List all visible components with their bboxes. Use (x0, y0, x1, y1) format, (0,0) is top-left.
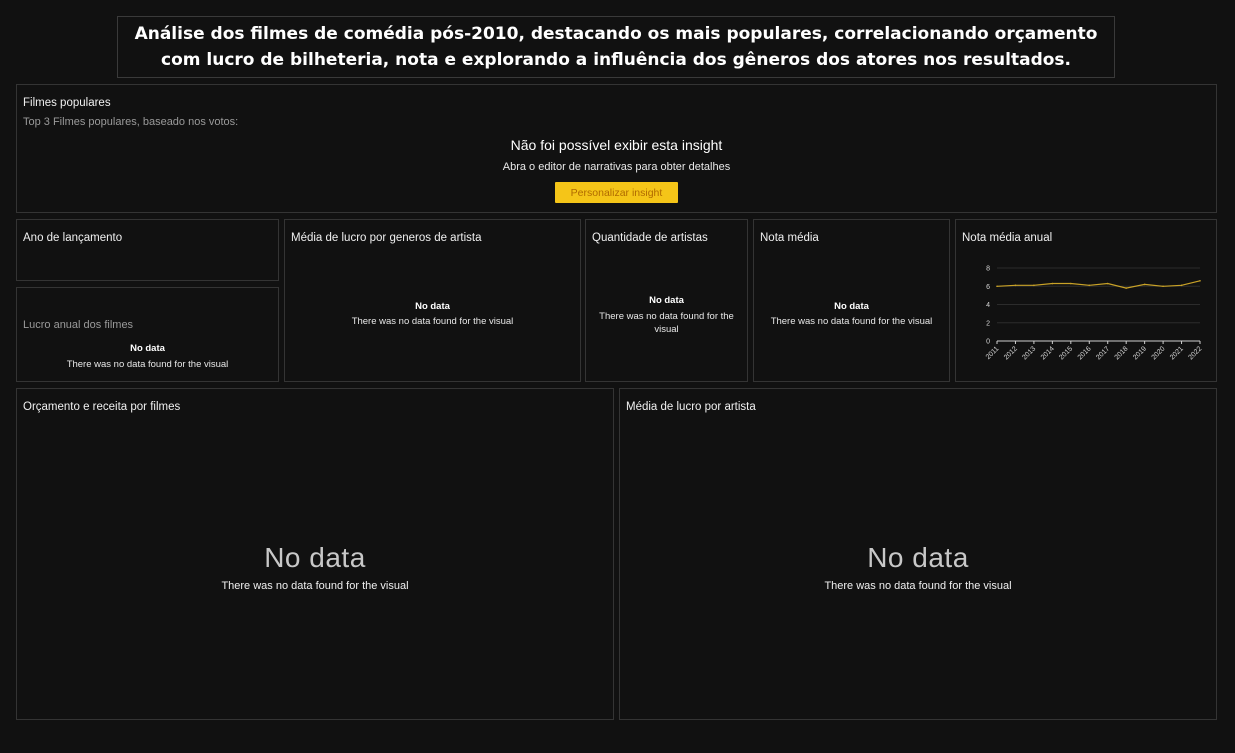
x-tick-label: 2015 (1058, 345, 1074, 361)
x-tick-label: 2012 (1003, 345, 1019, 361)
no-data-message: No data There was no data found for the … (17, 343, 278, 370)
panel-title: Lucro anual dos filmes (23, 319, 134, 331)
data-point (1051, 282, 1054, 285)
no-data-title: No data (649, 295, 684, 306)
personalizar-insight-button[interactable]: Personalizar insight (555, 182, 678, 203)
data-point (1070, 282, 1072, 285)
panel-nota-media[interactable]: Nota média No data There was no data fou… (753, 219, 950, 382)
data-point (1162, 285, 1164, 288)
no-data-text: There was no data found for the visual (221, 580, 409, 592)
dashboard-title: Análise dos filmes de comédia pós-2010, … (117, 16, 1115, 78)
no-data-title: No data (130, 343, 165, 354)
no-data-text: There was no data found for the visual (824, 580, 1012, 592)
panel-nota-media-anual[interactable]: Nota média anual 0 2 4 6 8 2011 2012 2013 2014 20… (955, 219, 1217, 382)
panel-subtitle: Top 3 Filmes populares, baseado nos voto… (23, 116, 239, 128)
x-tick-label: 2020 (1151, 345, 1167, 361)
x-tick-label: 2019 (1132, 345, 1148, 361)
no-data-title: No data (834, 301, 869, 312)
no-data-message: No data There was no data found for the … (285, 301, 580, 327)
panel-media-lucro-artista[interactable]: Média de lucro por artista No data There… (619, 388, 1217, 720)
panel-title: Filmes populares (23, 97, 111, 109)
panel-lucro-anual[interactable]: Lucro anual dos filmes No data There was… (16, 287, 279, 382)
x-tick-label: 2017 (1095, 345, 1111, 361)
series-line (996, 280, 1201, 289)
no-data-message: No data There was no data found for the … (620, 542, 1216, 592)
insight-error-message: Abra o editor de narrativas para obter d… (502, 161, 731, 173)
panel-title: Quantidade de artistas (592, 232, 708, 244)
panel-title: Ano de lançamento (23, 232, 123, 244)
insight-error-title: Não foi possível exibir esta insight (510, 137, 723, 153)
data-point (996, 285, 998, 288)
data-point (1106, 282, 1109, 285)
nota-media-anual-chart[interactable]: 0 2 4 6 8 2011 2012 2013 2014 2015 2016 2017 2018 201… (956, 220, 1216, 381)
data-point (1033, 284, 1035, 287)
no-data-text: There was no data found for the visual (66, 359, 229, 370)
x-tick-label: 2022 (1187, 345, 1203, 361)
no-data-message: No data There was no data found for the … (754, 301, 949, 327)
panel-ano-lancamento[interactable]: Ano de lançamento (16, 219, 279, 281)
y-tick-label: 4 (986, 302, 990, 309)
y-tick-label: 2 (986, 320, 990, 327)
data-point (1180, 284, 1183, 287)
no-data-title: No data (867, 542, 969, 573)
x-tick-label: 2013 (1021, 345, 1037, 361)
x-tick-label: 2016 (1077, 345, 1093, 361)
panel-title: Média de lucro por generos de artista (291, 232, 482, 244)
panel-media-lucro-generos[interactable]: Média de lucro por generos de artista No… (284, 219, 581, 382)
no-data-message: No data There was no data found for the … (17, 542, 613, 592)
no-data-text: There was no data found for the visual (351, 316, 514, 327)
data-point (1199, 279, 1201, 282)
data-point (1143, 283, 1146, 286)
panel-title: Média de lucro por artista (626, 401, 756, 413)
data-point (1088, 284, 1091, 287)
x-tick-label: 2014 (1040, 345, 1056, 361)
x-tick-label: 2011 (985, 345, 1001, 361)
data-point (1125, 287, 1127, 289)
insight-error: Não foi possível exibir esta insight Abr… (17, 137, 1216, 203)
panel-title: Orçamento e receita por filmes (23, 401, 181, 413)
no-data-text: There was no data found for the visual (770, 316, 933, 327)
panel-title: Nota média (760, 232, 819, 244)
panel-filmes-populares[interactable]: Filmes populares Top 3 Filmes populares,… (16, 84, 1217, 213)
panel-orcamento-receita[interactable]: Orçamento e receita por filmes No data T… (16, 388, 614, 720)
no-data-message: No data There was no data found for the … (586, 295, 747, 336)
panel-quantidade-artistas[interactable]: Quantidade de artistas No data There was… (585, 219, 748, 382)
x-tick-label: 2018 (1114, 345, 1130, 361)
no-data-text: There was no data found for the visual (599, 311, 734, 335)
data-point (1014, 284, 1017, 287)
no-data-title: No data (264, 542, 366, 573)
y-tick-label: 8 (986, 266, 990, 273)
y-tick-label: 6 (986, 284, 990, 291)
y-tick-label: 0 (986, 339, 990, 346)
no-data-title: No data (415, 301, 450, 312)
x-tick-label: 2021 (1169, 345, 1185, 361)
